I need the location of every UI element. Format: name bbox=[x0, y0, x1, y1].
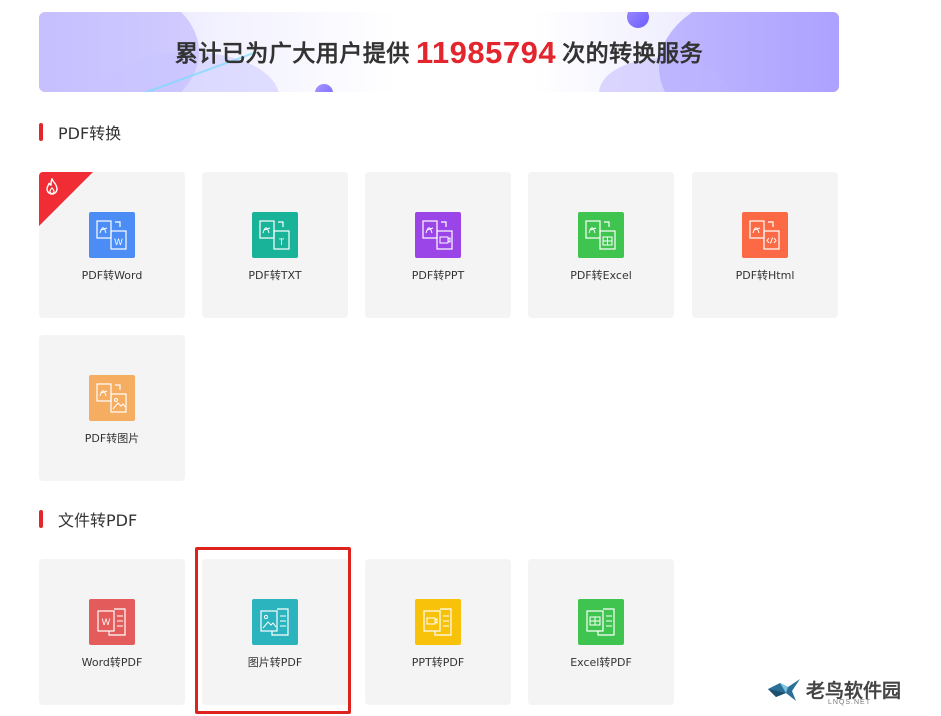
svg-text:W: W bbox=[102, 617, 111, 627]
section-marker bbox=[39, 510, 43, 528]
tile-label: Excel转PDF bbox=[570, 656, 632, 669]
section-label: 文件转PDF bbox=[58, 511, 138, 530]
section-marker bbox=[39, 123, 43, 141]
tile-label: PDF转Excel bbox=[570, 269, 632, 282]
section-title-pdf-convert: PDF转换 bbox=[39, 122, 122, 143]
conversion-count: 11985794 bbox=[415, 35, 557, 70]
tile-excel-to-pdf[interactable]: Excel转PDF bbox=[528, 559, 674, 705]
excel-to-pdf-icon bbox=[578, 599, 624, 645]
banner-prefix: 累计已为广大用户提供 bbox=[174, 41, 410, 67]
tile-label: PDF转图片 bbox=[84, 432, 140, 445]
banner-orb bbox=[627, 12, 649, 28]
tile-label: PPT转PDF bbox=[411, 656, 465, 669]
tile-pdf-to-image[interactable]: PDF转图片 bbox=[39, 335, 185, 481]
svg-text:W: W bbox=[114, 237, 123, 247]
tile-label: PDF转TXT bbox=[248, 269, 302, 282]
ppt-to-pdf-icon bbox=[415, 599, 461, 645]
tile-label: PDF转PPT bbox=[411, 269, 465, 282]
tile-ppt-to-pdf[interactable]: PPT转PDF bbox=[365, 559, 511, 705]
tile-pdf-to-html[interactable]: PDF转Html bbox=[692, 172, 838, 318]
tile-pdf-to-ppt[interactable]: PDF转PPT bbox=[365, 172, 511, 318]
promo-banner[interactable]: 累计已为广大用户提供 11985794 次的转换服务 bbox=[39, 12, 839, 92]
pdf-to-image-icon bbox=[89, 375, 135, 421]
section-title-file-to-pdf: 文件转PDF bbox=[39, 509, 138, 530]
pdf-to-html-icon bbox=[742, 212, 788, 258]
fire-icon bbox=[46, 178, 58, 195]
tile-word-to-pdf[interactable]: W Word转PDF bbox=[39, 559, 185, 705]
tile-label: PDF转Html bbox=[735, 269, 795, 282]
selection-highlight bbox=[195, 547, 351, 714]
bird-logo-icon bbox=[768, 679, 800, 701]
tile-label: Word转PDF bbox=[81, 656, 143, 669]
tile-pdf-to-excel[interactable]: PDF转Excel bbox=[528, 172, 674, 318]
pdf-to-word-icon: W bbox=[89, 212, 135, 258]
pdf-to-txt-icon: T bbox=[252, 212, 298, 258]
tile-label: PDF转Word bbox=[81, 269, 143, 282]
pdf-to-ppt-icon bbox=[415, 212, 461, 258]
word-to-pdf-icon: W bbox=[89, 599, 135, 645]
banner-orb bbox=[315, 84, 333, 92]
banner-headline: 累计已为广大用户提供 11985794 次的转换服务 bbox=[39, 34, 839, 71]
watermark-subtext: LNQS.NET bbox=[828, 699, 872, 706]
svg-text:T: T bbox=[279, 237, 285, 247]
pdf-to-excel-icon bbox=[578, 212, 624, 258]
section-label: PDF转换 bbox=[58, 124, 122, 143]
tile-pdf-to-word[interactable]: W PDF转Word bbox=[39, 172, 185, 318]
banner-suffix: 次的转换服务 bbox=[562, 41, 704, 67]
tile-pdf-to-txt[interactable]: T PDF转TXT bbox=[202, 172, 348, 318]
